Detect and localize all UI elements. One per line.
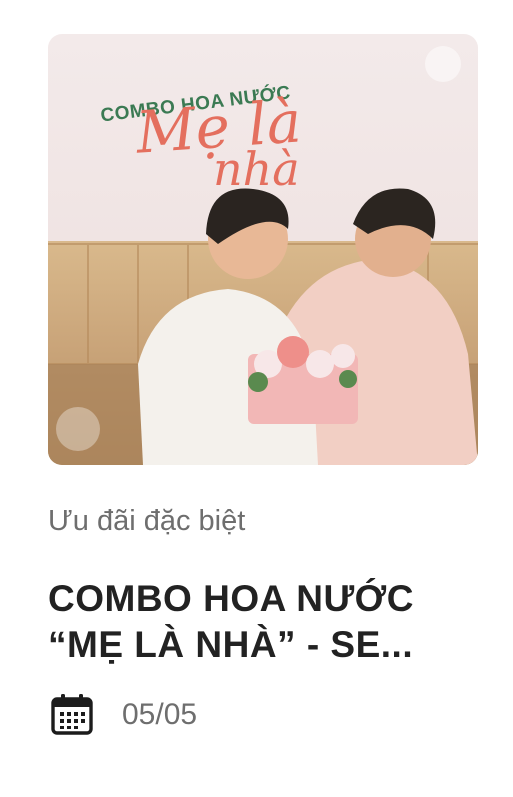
promo-title-line-1: COMBO HOA NƯỚC xyxy=(48,578,414,619)
image-script-line-2: nhà xyxy=(213,142,300,196)
calendar-icon xyxy=(51,694,93,735)
promo-date: 05/05 xyxy=(122,698,198,731)
promo-category: Ưu đãi đặc biệt xyxy=(48,505,246,537)
promo-image[interactable]: COMBO HOA NƯỚC Mẹ là nhà xyxy=(48,34,478,465)
promo-title-line-2: “MẸ LÀ NHÀ” - SE... xyxy=(48,624,414,665)
promo-title[interactable]: COMBO HOA NƯỚC “MẸ LÀ NHÀ” - SE... xyxy=(48,576,488,668)
